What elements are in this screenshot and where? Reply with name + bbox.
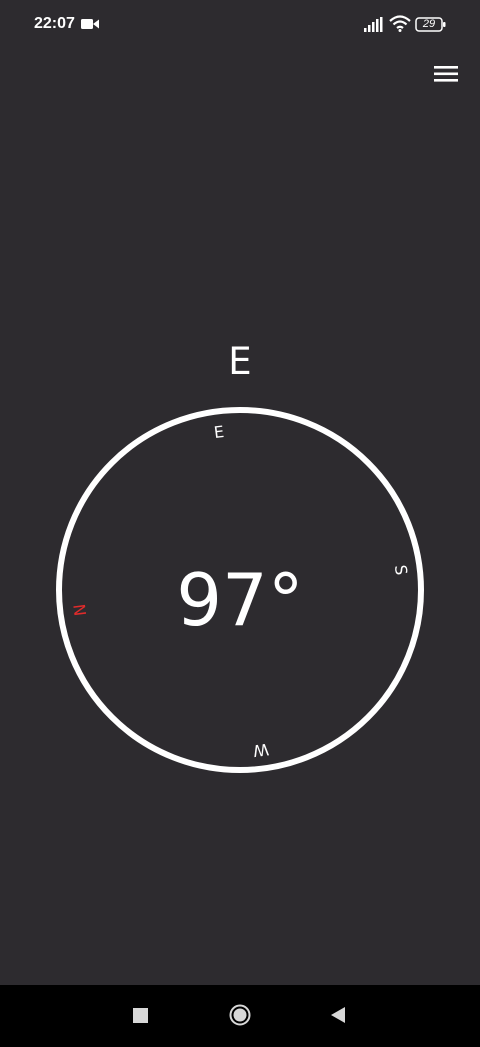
video-camera-icon xyxy=(81,19,99,29)
compass-west-label: W xyxy=(252,740,270,761)
compass-east-label: E xyxy=(213,422,225,442)
hamburger-menu-icon[interactable] xyxy=(429,60,463,88)
signal-icon xyxy=(364,17,383,32)
home-icon[interactable] xyxy=(229,1004,251,1026)
navigation-bar xyxy=(0,985,480,1047)
compass-dial: E S W N 97° xyxy=(56,407,424,773)
compass-app-screen: 22:07 29 E E S W N 97° xyxy=(0,0,480,1047)
status-bar: 22:07 29 xyxy=(0,0,480,50)
back-icon[interactable] xyxy=(330,1006,346,1024)
battery-level: 29 xyxy=(422,18,436,30)
recent-apps-icon[interactable] xyxy=(133,1008,148,1023)
compass-ring xyxy=(56,407,424,773)
wifi-icon xyxy=(389,15,411,32)
status-time: 22:07 xyxy=(34,15,75,32)
heading-direction: E xyxy=(228,340,252,383)
compass-south-label: S xyxy=(391,564,411,576)
heading-degrees: 97° xyxy=(176,558,304,642)
compass-north-label: N xyxy=(70,603,90,617)
